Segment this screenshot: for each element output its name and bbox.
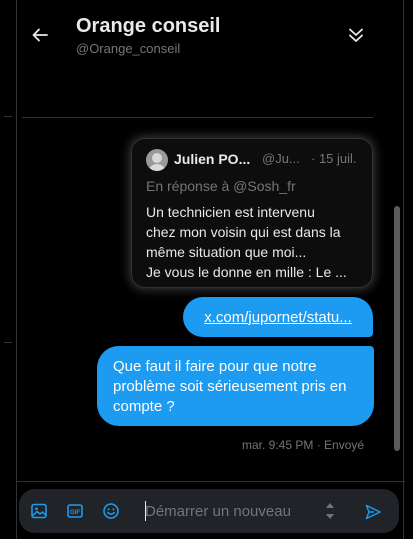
scrollbar-thumb[interactable] <box>394 206 400 451</box>
chevron-up-icon[interactable] <box>326 503 334 508</box>
link-message-bubble[interactable]: x.com/jupornet/statu... <box>183 297 373 337</box>
emoji-icon <box>103 503 119 519</box>
back-button[interactable] <box>27 22 53 48</box>
message-composer: GIF <box>19 489 399 533</box>
edge-divider <box>4 342 12 343</box>
conversation-header: Orange conseil @Orange_conseil <box>17 0 405 66</box>
arrow-left-icon <box>32 28 48 42</box>
message-text-line: compte ? <box>113 398 175 415</box>
quoted-text-line: Je vous le donne en mille : Le ... <box>146 264 347 280</box>
input-resize-stepper[interactable] <box>324 500 336 522</box>
add-emoji-button[interactable] <box>101 501 121 521</box>
send-icon <box>365 504 381 520</box>
message-status: mar. 9:45 PM · Envoyé <box>242 438 365 452</box>
text-message-bubble: Que faut il faire pour que notre problèm… <box>97 346 374 426</box>
message-text-line: Que faut il faire pour que notre <box>113 358 317 375</box>
reply-to-label: En réponse à @Sosh_fr <box>146 178 296 194</box>
gif-icon: GIF <box>67 504 83 518</box>
message-input[interactable] <box>145 497 315 525</box>
quoted-author-name: Julien PO... <box>174 151 251 167</box>
background-edge <box>0 0 16 539</box>
composer-divider <box>17 481 405 482</box>
double-chevron-down-icon <box>349 28 363 42</box>
send-button[interactable] <box>362 501 384 523</box>
scrollbar[interactable] <box>392 96 400 456</box>
dm-conversation-panel: Orange conseil @Orange_conseil Julien PO… <box>16 0 405 539</box>
conversation-handle: @Orange_conseil <box>76 41 181 56</box>
quoted-text-line: même situation que moi... <box>146 244 307 260</box>
quoted-tweet-card[interactable]: Julien PO... @Ju... · 15 juil. En répons… <box>131 138 373 288</box>
quoted-text-line: chez mon voisin qui est dans la <box>146 224 341 240</box>
quoted-date: · 15 juil. <box>311 151 357 166</box>
header-divider <box>22 117 373 118</box>
avatar <box>146 149 168 171</box>
message-link[interactable]: x.com/jupornet/statu... <box>204 309 352 326</box>
quoted-text-line: Un technicien est intervenu <box>146 204 315 220</box>
message-text-line: problème soit sérieusement pris en <box>113 378 347 395</box>
image-icon <box>31 503 47 519</box>
collapse-button[interactable] <box>343 22 369 48</box>
chevron-down-icon[interactable] <box>326 514 334 519</box>
edge-divider <box>4 116 12 117</box>
quoted-author-handle: @Ju... <box>262 151 300 166</box>
svg-text:GIF: GIF <box>70 510 80 516</box>
conversation-title: Orange conseil <box>76 15 221 37</box>
quoted-tweet-text: Un technicien est intervenu chez mon voi… <box>146 202 370 282</box>
add-gif-button[interactable]: GIF <box>65 501 85 521</box>
add-image-button[interactable] <box>29 501 49 521</box>
